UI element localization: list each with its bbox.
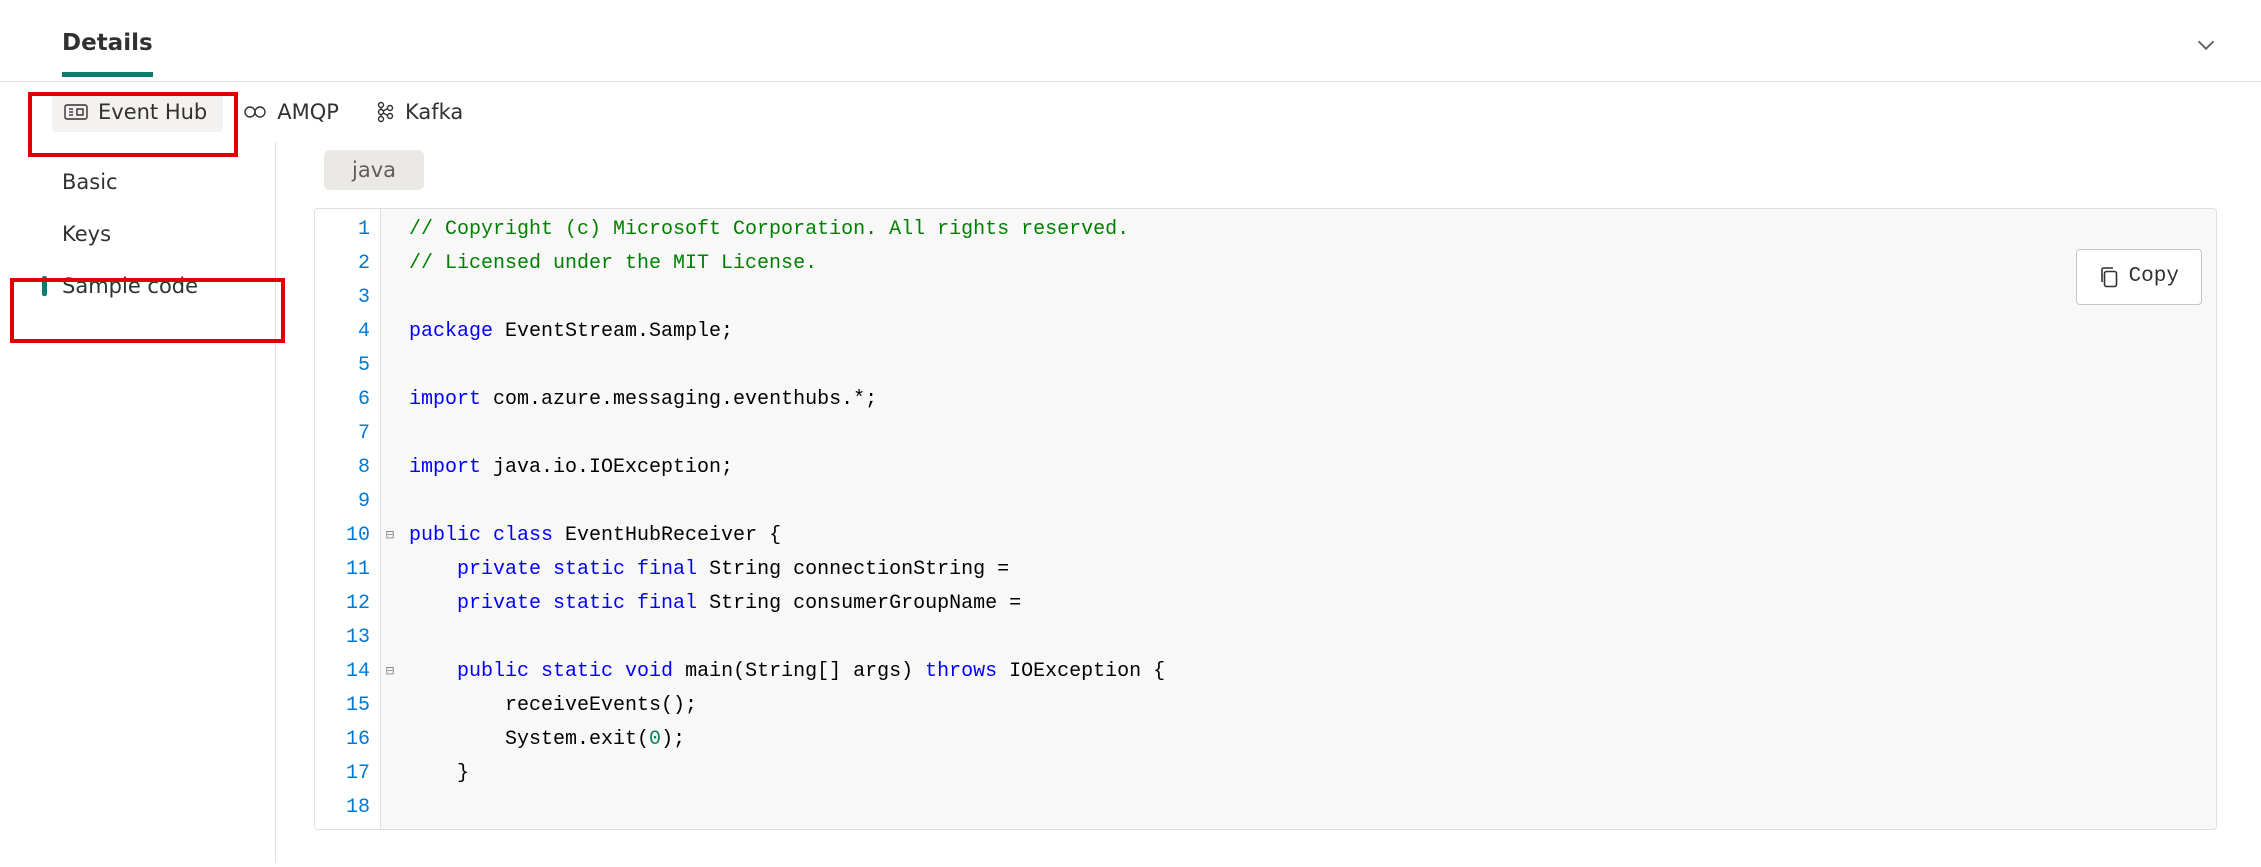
code-line: public class EventHubReceiver { (409, 519, 1165, 553)
code-line: public static void main(String[] args) t… (409, 655, 1165, 689)
code-line (409, 281, 1165, 315)
details-header: Details (0, 0, 2261, 82)
line-number: 1 (331, 213, 370, 247)
fold-toggle-icon (381, 213, 399, 247)
code-line: // Licensed under the MIT License. (409, 247, 1165, 281)
fold-column: ⊟⊟ (381, 209, 399, 829)
code-line: receiveEvents(); (409, 689, 1165, 723)
code-line: System.exit(0); (409, 723, 1165, 757)
protocol-tab-eventhub[interactable]: Event Hub (52, 92, 223, 132)
fold-toggle-icon (381, 757, 399, 791)
line-number: 13 (331, 621, 370, 655)
line-number: 16 (331, 723, 370, 757)
fold-toggle-icon (381, 553, 399, 587)
kafka-icon (375, 100, 395, 124)
sidebar-item-keys[interactable]: Keys (0, 208, 275, 260)
body-area: Basic Keys Sample code java 123456789101… (0, 142, 2261, 862)
fold-toggle-icon (381, 383, 399, 417)
copy-button[interactable]: Copy (2076, 249, 2202, 305)
amqp-icon (243, 102, 267, 122)
code-line: } (409, 757, 1165, 791)
code-line: import java.io.IOException; (409, 451, 1165, 485)
copy-icon (2099, 266, 2119, 288)
main-panel: java 123456789101112131415161718 ⊟⊟ // C… (276, 142, 2261, 862)
line-number: 6 (331, 383, 370, 417)
protocol-tab-label: AMQP (277, 100, 339, 124)
line-number: 7 (331, 417, 370, 451)
protocol-tab-kafka[interactable]: Kafka (363, 92, 479, 132)
sidebar: Basic Keys Sample code (0, 142, 276, 862)
line-number: 17 (331, 757, 370, 791)
line-number: 12 (331, 587, 370, 621)
line-number: 3 (331, 281, 370, 315)
code-line (409, 349, 1165, 383)
line-number: 10 (331, 519, 370, 553)
code-line: private static final String connectionSt… (409, 553, 1165, 587)
protocol-tab-label: Kafka (405, 100, 463, 124)
code-editor: 123456789101112131415161718 ⊟⊟ // Copyri… (314, 208, 2217, 830)
fold-toggle-icon (381, 485, 399, 519)
code-line (409, 417, 1165, 451)
line-number: 9 (331, 485, 370, 519)
fold-toggle-icon (381, 791, 399, 825)
collapse-chevron-icon[interactable] (2191, 30, 2221, 64)
code-line (409, 791, 1165, 825)
line-gutter: 123456789101112131415161718 (315, 209, 381, 829)
sidebar-item-sample-code[interactable]: Sample code (0, 260, 275, 312)
fold-toggle-icon (381, 587, 399, 621)
fold-toggle-icon (381, 723, 399, 757)
fold-toggle-icon (381, 689, 399, 723)
code-line: // Copyright (c) Microsoft Corporation. … (409, 213, 1165, 247)
line-number: 11 (331, 553, 370, 587)
tab-details[interactable]: Details (62, 30, 153, 77)
sidebar-item-basic[interactable]: Basic (0, 156, 275, 208)
fold-toggle-icon (381, 349, 399, 383)
eventhub-icon (64, 102, 88, 122)
code-line: package EventStream.Sample; (409, 315, 1165, 349)
line-number: 14 (331, 655, 370, 689)
protocol-tab-amqp[interactable]: AMQP (231, 92, 355, 132)
fold-toggle-icon (381, 247, 399, 281)
line-number: 18 (331, 791, 370, 825)
fold-toggle-icon (381, 417, 399, 451)
code-line (409, 485, 1165, 519)
line-number: 4 (331, 315, 370, 349)
protocol-tabs: Event Hub AMQP Kafka (0, 82, 2261, 132)
fold-toggle-icon (381, 451, 399, 485)
copy-button-label: Copy (2129, 260, 2179, 294)
fold-toggle-icon (381, 281, 399, 315)
line-number: 15 (331, 689, 370, 723)
line-number: 5 (331, 349, 370, 383)
fold-toggle-icon (381, 315, 399, 349)
code-line (409, 621, 1165, 655)
code-line: import com.azure.messaging.eventhubs.*; (409, 383, 1165, 417)
code-area[interactable]: // Copyright (c) Microsoft Corporation. … (399, 209, 1175, 829)
line-number: 8 (331, 451, 370, 485)
language-pill[interactable]: java (324, 150, 424, 190)
fold-toggle-icon (381, 621, 399, 655)
line-number: 2 (331, 247, 370, 281)
code-line: private static final String consumerGrou… (409, 587, 1165, 621)
fold-toggle-icon[interactable]: ⊟ (381, 519, 399, 553)
protocol-tab-label: Event Hub (98, 100, 207, 124)
fold-toggle-icon[interactable]: ⊟ (381, 655, 399, 689)
